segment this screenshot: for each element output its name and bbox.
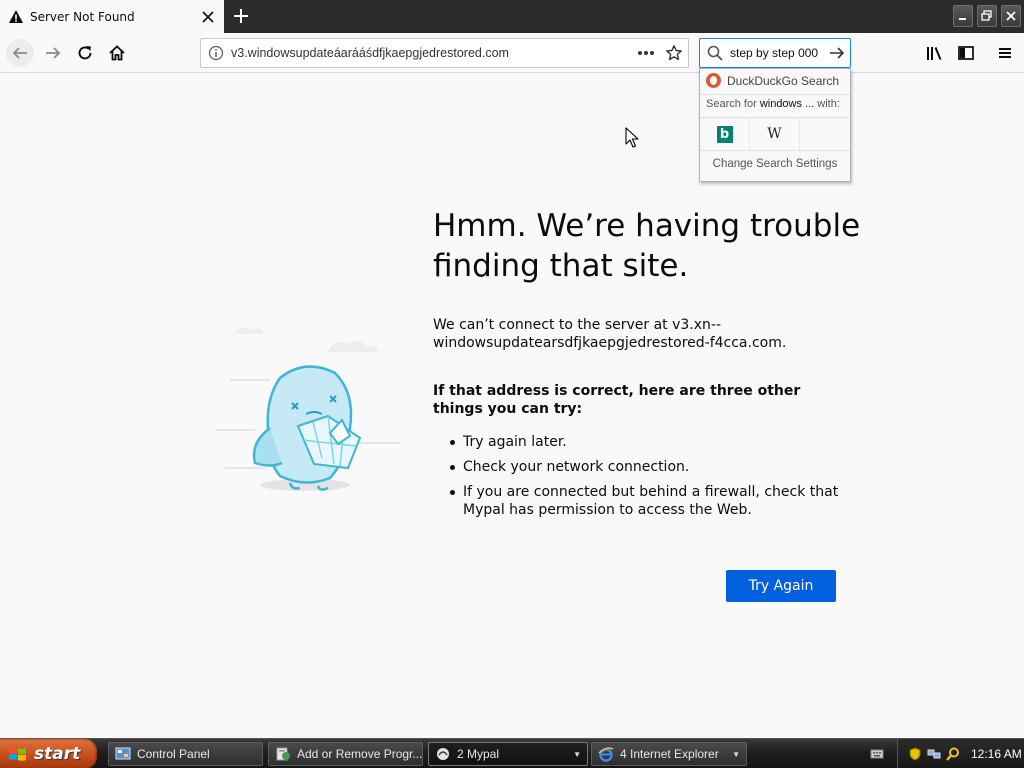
reload-button[interactable] (71, 39, 99, 67)
task-label: 2 Mypal (457, 747, 500, 761)
navigation-toolbar: v3.windowsupdateáarááśdfjkaepgjedrestore… (0, 33, 1024, 73)
mypal-icon (437, 748, 449, 760)
keyboard-icon[interactable] (870, 747, 884, 761)
task-label: Add or Remove Progr... (297, 747, 423, 761)
list-item: Check your network connection. (433, 458, 853, 476)
engine-empty-slot (800, 118, 850, 150)
tab-server-not-found[interactable]: Server Not Found (0, 0, 224, 33)
minimize-button[interactable] (953, 5, 973, 27)
site-info-icon[interactable] (201, 45, 231, 61)
add-remove-programs-icon (276, 747, 290, 761)
search-for-term: windows ... (759, 98, 815, 110)
try-again-button[interactable]: Try Again (726, 570, 836, 602)
tab-title: Server Not Found (30, 9, 135, 24)
list-item: Try again later. (433, 433, 853, 451)
wikipedia-icon: W (767, 126, 782, 142)
security-shield-icon[interactable] (908, 747, 922, 761)
internet-explorer-icon (598, 747, 614, 762)
taskbar-button-control-panel[interactable]: Control Panel (108, 742, 263, 766)
error-description: We can’t connect to the server at v3.xn-… (433, 317, 787, 351)
home-button[interactable] (103, 39, 131, 67)
search-for-label: Search for windows ... with: (706, 98, 840, 110)
warning-icon (8, 9, 24, 25)
taskbar: start Control Panel Add or Remove Progr.… (0, 738, 1024, 768)
search-bar[interactable]: 000 step by step (699, 38, 851, 68)
search-tray-icon[interactable] (946, 747, 960, 761)
search-go-arrow-icon[interactable] (824, 45, 850, 61)
bing-icon: b (716, 125, 733, 143)
menu-button[interactable] (991, 39, 1019, 67)
search-icon[interactable] (700, 45, 730, 61)
error-subheading: If that address is correct, here are thr… (433, 383, 801, 417)
new-tab-button[interactable] (229, 4, 253, 28)
url-text[interactable]: v3.windowsupdateáarááśdfjkaepgjedrestore… (231, 46, 632, 60)
engine-name: DuckDuckGo Search (727, 73, 840, 88)
clock: 12:16 AM (971, 747, 1022, 761)
taskbar-button-internet-explorer[interactable]: 4 Internet Explorer ▼ (591, 742, 747, 766)
windows-flag-icon (9, 747, 26, 761)
back-button[interactable] (6, 39, 34, 67)
task-label: Control Panel (137, 747, 210, 761)
page-actions-icon[interactable] (632, 39, 660, 67)
forward-button[interactable] (39, 39, 67, 67)
start-label: start (34, 744, 81, 764)
duckduckgo-icon (706, 73, 721, 88)
change-search-settings-link[interactable]: Change Search Settings (700, 158, 850, 170)
suggestion-list: Try again later. Check your network conn… (433, 433, 853, 526)
sidebar-toggle-button[interactable] (952, 39, 980, 67)
search-suggestions-popup: DuckDuckGo Search Search for windows ...… (699, 68, 851, 182)
one-click-engines: b W (700, 117, 850, 151)
close-window-button[interactable] (1001, 5, 1021, 27)
library-button[interactable] (920, 39, 948, 67)
search-input[interactable]: 000 step by step (730, 46, 824, 60)
taskbar-button-add-remove-programs[interactable]: Add or Remove Progr... (268, 742, 423, 766)
url-bar[interactable]: v3.windowsupdateáarááśdfjkaepgjedrestore… (200, 38, 689, 68)
group-dropdown-icon[interactable]: ▼ (732, 750, 740, 759)
current-engine[interactable]: DuckDuckGo Search (706, 73, 839, 88)
close-tab-icon[interactable] (200, 9, 216, 25)
task-label: 4 Internet Explorer (620, 747, 719, 761)
start-button[interactable]: start (0, 739, 97, 768)
engine-wikipedia[interactable]: W (750, 118, 800, 150)
restore-button[interactable] (977, 5, 997, 27)
network-icon[interactable] (927, 747, 941, 761)
mouse-cursor-icon (625, 127, 639, 148)
bookmark-star-icon[interactable] (660, 39, 688, 67)
divider (700, 94, 850, 95)
control-panel-icon (115, 747, 131, 760)
group-dropdown-icon[interactable]: ▼ (573, 750, 581, 759)
tab-strip: Server Not Found (0, 0, 1024, 33)
error-illustration (215, 327, 400, 491)
system-tray: 12:16 AM (897, 739, 1024, 768)
error-title: Hmm. We’re having trouble finding that s… (433, 208, 861, 284)
search-for-suffix: with: (817, 98, 840, 110)
search-for-prefix: Search for (706, 98, 757, 110)
taskbar-button-mypal[interactable]: 2 Mypal ▼ (428, 742, 588, 766)
list-item: If you are connected but behind a firewa… (433, 483, 853, 519)
engine-bing[interactable]: b (700, 118, 750, 150)
